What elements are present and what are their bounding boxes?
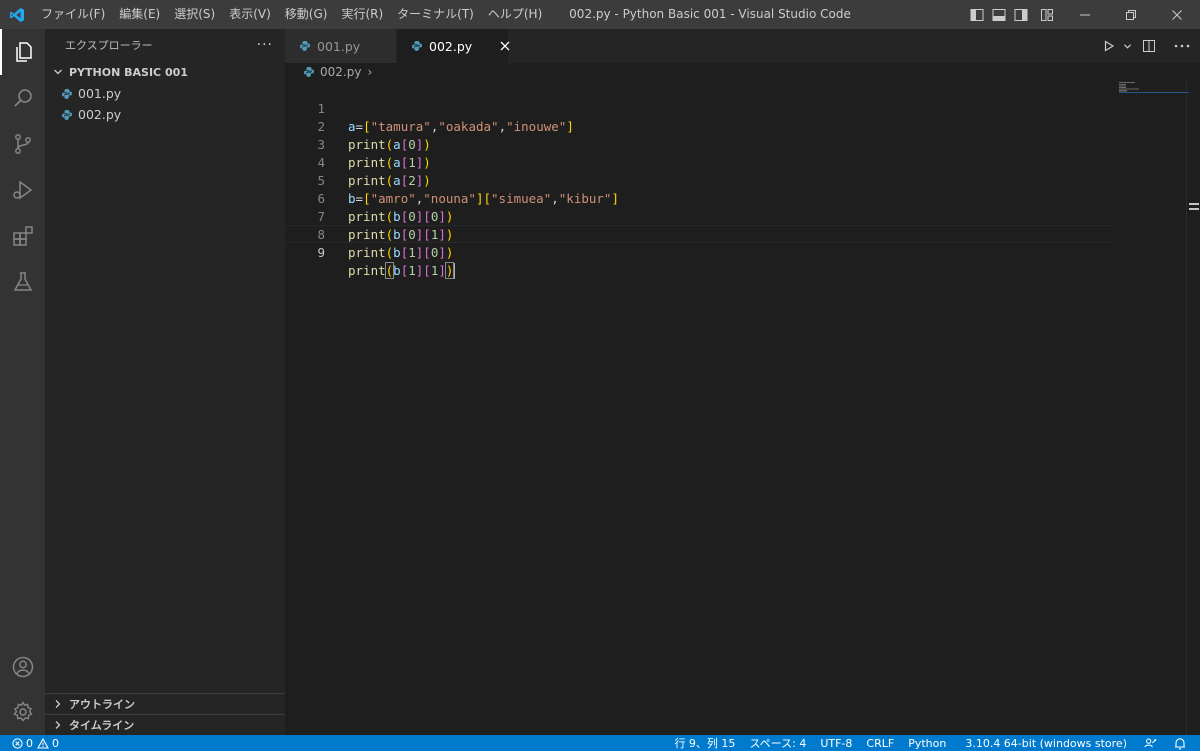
menu-edit[interactable]: 編集(E) bbox=[112, 0, 167, 29]
split-editor-icon[interactable] bbox=[1134, 29, 1164, 63]
vscode-logo-icon bbox=[0, 0, 34, 29]
window-title: 002.py - Python Basic 001 - Visual Studi… bbox=[569, 7, 851, 21]
scrollbar-marker bbox=[1189, 208, 1199, 210]
python-file-icon bbox=[61, 109, 73, 121]
toggle-primary-sidebar-icon[interactable] bbox=[966, 0, 988, 29]
explorer-header: エクスプローラー ··· bbox=[45, 29, 285, 61]
run-debug-icon[interactable] bbox=[0, 167, 45, 213]
indentation[interactable]: スペース: 4 bbox=[742, 735, 813, 751]
scrollbar-marker bbox=[1189, 203, 1199, 205]
chevron-down-icon[interactable] bbox=[1120, 29, 1134, 63]
code-editor[interactable]: 1 a=["tamura","oakada","inouwe"] 2 print… bbox=[285, 81, 1200, 735]
restore-icon[interactable] bbox=[1108, 0, 1154, 29]
code-line-current: 9 print(b[1][1]) bbox=[285, 225, 1113, 279]
status-bar: 0 0 行 9、列 15 スペース: 4 UTF-8 CRLF Python 3… bbox=[0, 735, 1200, 751]
breadcrumb-separator: › bbox=[367, 65, 373, 79]
minimize-icon[interactable] bbox=[1062, 0, 1108, 29]
outline-label: アウトライン bbox=[69, 698, 135, 711]
minimap-slider[interactable] bbox=[1119, 81, 1189, 93]
gear-icon[interactable] bbox=[0, 689, 45, 735]
python-file-icon bbox=[61, 88, 73, 100]
account-icon[interactable] bbox=[0, 644, 45, 690]
tab-001-py[interactable]: 001.py bbox=[285, 29, 397, 63]
code-line: 6 print(b[0][0]) bbox=[285, 172, 1113, 224]
bell-icon[interactable] bbox=[1164, 737, 1200, 750]
code-line: 2 print(a[0]) bbox=[285, 100, 1113, 152]
title-actions bbox=[966, 0, 1200, 29]
status-right: 行 9、列 15 スペース: 4 UTF-8 CRLF Python 3.10.… bbox=[667, 735, 1200, 751]
customize-layout-icon[interactable] bbox=[1032, 0, 1062, 29]
menu-go[interactable]: 移動(G) bbox=[278, 0, 335, 29]
explorer-title: エクスプローラー bbox=[65, 39, 153, 52]
extensions-icon[interactable] bbox=[0, 213, 45, 259]
editor-tabs: 001.py 002.py bbox=[285, 29, 1200, 63]
file-001-py[interactable]: 001.py bbox=[45, 83, 285, 104]
error-icon bbox=[12, 737, 23, 749]
file-002-py[interactable]: 002.py bbox=[45, 104, 285, 125]
warning-icon bbox=[37, 737, 49, 749]
code-line: 7 print(b[0][1]) bbox=[285, 190, 1113, 242]
menu-help[interactable]: ヘルプ(H) bbox=[481, 0, 549, 29]
more-actions-icon[interactable] bbox=[1164, 29, 1200, 63]
editor-actions bbox=[1098, 29, 1200, 63]
line-text[interactable]: print(b[1][1]) bbox=[348, 262, 456, 280]
python-interpreter[interactable]: 3.10.4 64-bit (windows store) bbox=[953, 737, 1134, 750]
cursor-position[interactable]: 行 9、列 15 bbox=[667, 735, 742, 751]
activity-bar bbox=[0, 29, 45, 735]
tab-label: 001.py bbox=[317, 38, 361, 54]
python-file-icon bbox=[303, 66, 315, 78]
menu-run[interactable]: 実行(R) bbox=[334, 0, 390, 29]
breadcrumb-file[interactable]: 002.py bbox=[320, 65, 361, 79]
run-python-file-icon[interactable] bbox=[1098, 29, 1120, 63]
line-text[interactable]: print(b[1][0]) bbox=[348, 244, 453, 262]
python-file-icon bbox=[411, 40, 423, 52]
more-actions-button[interactable]: ··· bbox=[257, 37, 273, 53]
breadcrumb: 002.py › bbox=[285, 63, 1200, 81]
menu-selection[interactable]: 選択(S) bbox=[167, 0, 222, 29]
line-number: 9 bbox=[317, 245, 325, 260]
menu-view[interactable]: 表示(V) bbox=[222, 0, 278, 29]
timeline-label: タイムライン bbox=[69, 719, 135, 732]
toggle-secondary-sidebar-icon[interactable] bbox=[1010, 0, 1032, 29]
menu-terminal[interactable]: ターミナル(T) bbox=[390, 0, 481, 29]
text-cursor bbox=[453, 263, 456, 279]
code-line: 4 print(a[2]) bbox=[285, 136, 1113, 188]
python-file-icon bbox=[299, 40, 311, 52]
chevron-right-icon bbox=[51, 718, 65, 732]
tab-002-py[interactable]: 002.py bbox=[397, 29, 510, 63]
menu-file[interactable]: ファイル(F) bbox=[34, 0, 112, 29]
close-icon[interactable] bbox=[500, 38, 510, 54]
code-line: 5 b=["amro","nouna"]["simuea","kibur"] bbox=[285, 154, 1113, 206]
toggle-panel-icon[interactable] bbox=[988, 0, 1010, 29]
status-problems[interactable]: 0 0 bbox=[0, 737, 59, 750]
feedback-icon[interactable] bbox=[1134, 737, 1164, 750]
chevron-right-icon bbox=[51, 697, 65, 711]
warning-count: 0 bbox=[52, 736, 59, 750]
outline-section[interactable]: アウトライン bbox=[45, 693, 285, 714]
explorer-sidebar: エクスプローラー ··· PYTHON BASIC 001 001.py 002… bbox=[45, 29, 285, 735]
encoding[interactable]: UTF-8 bbox=[813, 737, 859, 750]
code-line: 3 print(a[1]) bbox=[285, 118, 1113, 170]
tab-label: 002.py bbox=[429, 38, 473, 54]
files-icon[interactable] bbox=[0, 29, 45, 75]
menu-bar: ファイル(F) 編集(E) 選択(S) 表示(V) 移動(G) 実行(R) ター… bbox=[34, 0, 549, 29]
folder-label: PYTHON BASIC 001 bbox=[69, 65, 188, 79]
end-of-line[interactable]: CRLF bbox=[859, 737, 901, 750]
language-mode[interactable]: Python bbox=[901, 737, 953, 750]
code-line: 1 a=["tamura","oakada","inouwe"] bbox=[285, 82, 1113, 134]
file-label: 001.py bbox=[78, 86, 122, 101]
title-bar: ファイル(F) 編集(E) 選択(S) 表示(V) 移動(G) 実行(R) ター… bbox=[0, 0, 1200, 29]
code-line: 8 print(b[1][0]) bbox=[285, 208, 1113, 260]
timeline-section[interactable]: タイムライン bbox=[45, 714, 285, 735]
error-count: 0 bbox=[26, 736, 33, 750]
chevron-down-icon bbox=[51, 65, 65, 79]
close-window-icon[interactable] bbox=[1154, 0, 1200, 29]
search-icon[interactable] bbox=[0, 75, 45, 121]
source-control-icon[interactable] bbox=[0, 121, 45, 167]
vertical-scrollbar[interactable] bbox=[1186, 81, 1200, 735]
file-label: 002.py bbox=[78, 107, 122, 122]
flask-icon[interactable] bbox=[0, 259, 45, 305]
folder-python-basic-001[interactable]: PYTHON BASIC 001 bbox=[45, 61, 285, 83]
